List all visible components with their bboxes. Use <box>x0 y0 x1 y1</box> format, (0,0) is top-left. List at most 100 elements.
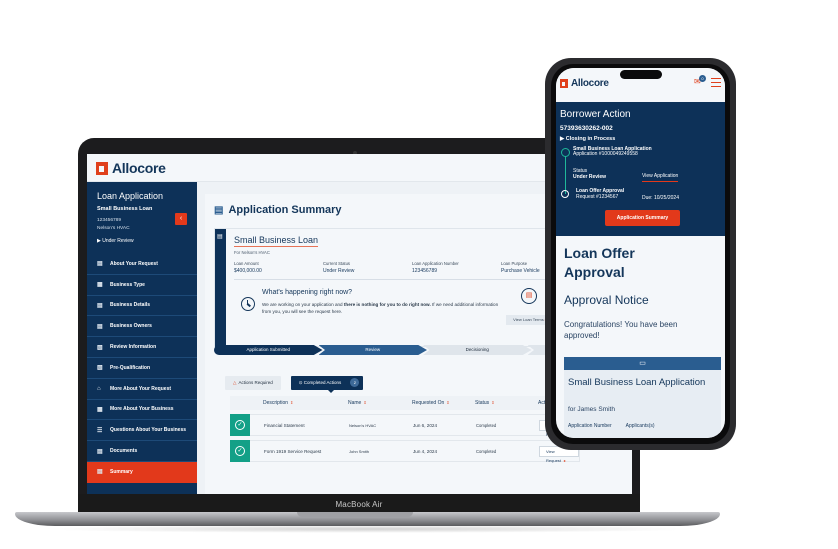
sidebar-item-label: Pre-Qualification <box>110 364 151 371</box>
document-chart-icon: ▤ <box>214 204 224 216</box>
sidebar-item-label: About Your Request <box>110 260 158 267</box>
loan-card-accent: ▤ <box>215 229 226 348</box>
row-requested-on: Jun 6, 2024 <box>413 422 438 428</box>
applicants-label: Applicants(s) <box>625 423 655 429</box>
application-card: ▭ Small Business Loan Application for Ja… <box>564 357 721 438</box>
document-search-icon: ▧ <box>97 344 103 351</box>
approval-notice-heading: Approval Notice <box>564 293 649 307</box>
column-label: Status <box>475 400 490 406</box>
sidebar-business-name: Nelson's HVAC <box>97 226 130 231</box>
warning-icon: △ <box>233 380 237 385</box>
sidebar-item-review-information[interactable]: ▧ Review Information <box>87 337 197 358</box>
sidebar-item-more-about-your-business[interactable]: ▦ More About Your Business <box>87 400 197 421</box>
closing-status-text: Closing in Process <box>565 136 616 142</box>
closing-status: ▶ Closing in Process <box>560 136 616 142</box>
sidebar-item-business-owners[interactable]: ▤ Business Owners <box>87 316 197 338</box>
view-loan-terms-label: View Loan Terms <box>513 317 544 322</box>
timeline-loan-offer: Loan Offer Approval Request #1234567 <box>576 188 624 200</box>
laptop-notch <box>297 512 413 517</box>
table-header: Description ⇕ Name ⇕ Requested On ⇕ Status ⇕… <box>230 396 580 410</box>
document-icon: ▤ <box>97 302 103 309</box>
row-name: Nelson's HVAC <box>349 422 377 428</box>
sidebar-title: Loan Application <box>97 191 164 201</box>
row-requested-on: Jun 4, 2024 <box>413 448 438 454</box>
completed-status-cell: ✓ <box>230 414 250 436</box>
sidebar-status: ▶ Under Review <box>97 238 134 244</box>
sidebar-item-label: Review Information <box>110 344 157 351</box>
column-status[interactable]: Status ⇕ <box>475 400 495 406</box>
hamburger-menu-icon[interactable] <box>711 78 721 89</box>
laptop-shadow <box>40 525 700 533</box>
sidebar-item-business-type[interactable]: ▦ Business Type <box>87 275 197 296</box>
building-icon: ▦ <box>97 282 103 289</box>
sidebar-item-label: Summary <box>110 468 133 475</box>
application-card-labels: Application Number Applicants(s) <box>568 423 655 429</box>
tab-label: Completed Actions <box>303 380 342 385</box>
sort-icon: ⇕ <box>290 400 294 405</box>
sort-icon: ⇕ <box>491 400 495 405</box>
loan-offer-title: Loan Offer Approval <box>564 245 635 280</box>
column-requested-on[interactable]: Requested On ⇕ <box>412 400 450 406</box>
field-label: Loan Amount <box>234 261 259 266</box>
application-card-applicant: for James Smith <box>568 406 615 413</box>
document-icon: ▤ <box>217 234 223 240</box>
sidebar-loan-type: Small Business Loan <box>97 206 153 212</box>
field-value: 123456789 <box>412 268 438 274</box>
sidebar-item-documents[interactable]: ▤ Documents <box>87 441 197 462</box>
document-icon: ▤ <box>97 261 103 268</box>
allocore-logo-icon <box>560 79 568 88</box>
tab-label: Actions Required <box>238 380 273 385</box>
field-label: Loan Purpose <box>501 261 528 266</box>
logo-text: Allocore <box>112 160 166 176</box>
table-row: ✓ Financial Statement Nelson's HVAC Jun … <box>230 414 580 437</box>
sidebar-item-label: Business Owners <box>110 323 152 330</box>
field-value: Under Review <box>323 268 355 274</box>
allocore-logo-icon <box>96 161 108 175</box>
notice-title: What's happening right now? <box>262 289 353 296</box>
tab-completed-actions[interactable]: ⊙ Completed Actions 2 <box>290 376 364 393</box>
row-description: Form 1919 Service Request <box>264 448 322 454</box>
allocore-logo[interactable]: Allocore <box>96 160 166 176</box>
clock-icon <box>241 297 255 311</box>
sidebar-status-text: Under Review <box>102 238 134 244</box>
column-name[interactable]: Name ⇕ <box>348 400 367 406</box>
borrower-action-panel: Borrower Action 57393630262-002 ▶ Closin… <box>556 102 725 236</box>
check-circle-icon: ✓ <box>235 446 245 456</box>
completed-count-badge: 2 <box>350 378 360 387</box>
table-row: ✓ Form 1919 Service Request John Smith J… <box>230 440 580 463</box>
loan-application-number: Loan Application Number 123456789 <box>412 261 459 274</box>
sidebar-item-label: Business Type <box>110 281 145 288</box>
timeline-step-icon <box>561 148 570 157</box>
notice-text-part: We are working on your application and <box>262 302 344 307</box>
sidebar-item-business-details[interactable]: ▤ Business Details <box>87 296 197 317</box>
row-status: Completed <box>476 448 497 454</box>
sidebar-collapse-button[interactable]: ‹ <box>175 213 187 225</box>
document-icon: ▤ <box>97 469 103 476</box>
application-summary-button[interactable]: Application Summary <box>605 210 680 226</box>
sidebar-item-more-about-your-request[interactable]: ⌂ More About Your Request <box>87 379 197 400</box>
sidebar-menu: ▤ About Your Request ▦ Business Type ▤ Busi… <box>87 254 197 483</box>
row-status: Completed <box>476 422 497 428</box>
sidebar-item-label: Questions About Your Business <box>110 427 187 434</box>
sort-icon: ⇕ <box>446 400 450 405</box>
sidebar-item-about-your-request[interactable]: ▤ About Your Request <box>87 254 197 275</box>
column-description[interactable]: Description ⇕ <box>263 400 293 406</box>
business-icon: ▦ <box>97 406 103 413</box>
view-application-link[interactable]: View Application <box>642 173 679 182</box>
sidebar-item-questions-about-your-business[interactable]: ☰ Questions About Your Business <box>87 420 197 442</box>
storefront-icon: ▭ <box>564 357 721 370</box>
application-status: Status Under Review <box>573 168 606 180</box>
loan-for: For Nelson's HVAC <box>234 250 270 255</box>
allocore-logo[interactable]: Allocore <box>560 78 609 89</box>
sidebar-item-summary[interactable]: ▤ Summary <box>87 461 197 483</box>
current-status: Current Status Under Review <box>323 261 354 274</box>
check-circle-icon: ✓ <box>235 420 245 430</box>
sidebar: Loan Application Small Business Loan 123… <box>87 182 197 494</box>
laptop-brand-label: MacBook Air <box>335 500 383 509</box>
tab-actions-required[interactable]: △ Actions Required <box>225 376 281 390</box>
list-icon: ☰ <box>97 427 103 434</box>
clock-icon <box>561 190 569 198</box>
timeline-application: Small Business Loan Application Applicati… <box>573 146 652 158</box>
sidebar-item-pre-qualification[interactable]: ▧ Pre-Qualification <box>87 358 197 379</box>
progress-step-application-submitted: Application Submitted <box>214 345 323 355</box>
